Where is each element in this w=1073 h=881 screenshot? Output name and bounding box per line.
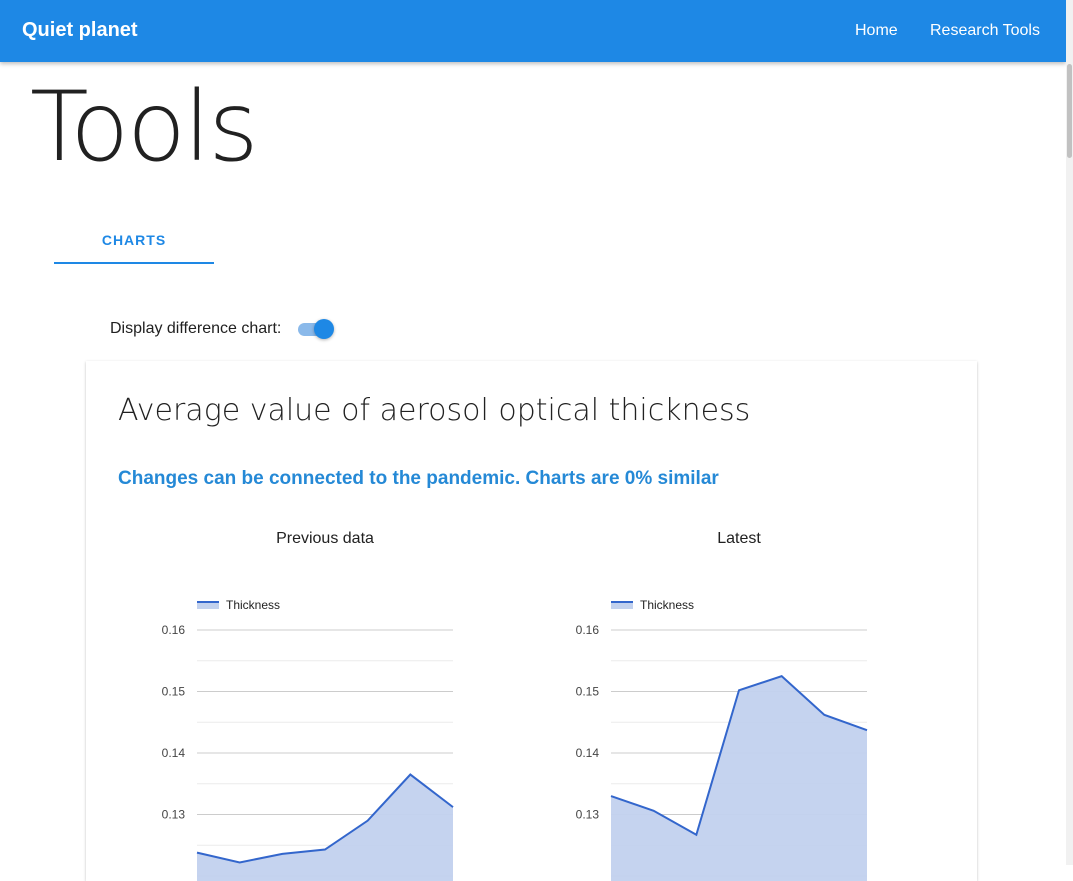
app-bar: Quiet planet Home Research Tools xyxy=(0,0,1066,62)
y-tick-label: 0.16 xyxy=(162,623,186,637)
scrollbar-thumb[interactable] xyxy=(1067,64,1072,158)
toggle-thumb xyxy=(314,319,334,339)
y-tick-label: 0.14 xyxy=(162,746,186,760)
tab-charts[interactable]: CHARTS xyxy=(54,216,214,264)
card-title: Average value of aerosol optical thickne… xyxy=(118,393,750,428)
page-title: Tools xyxy=(30,72,256,182)
brand-title[interactable]: Quiet planet xyxy=(22,19,138,42)
y-tick-label: 0.13 xyxy=(576,808,600,822)
tab-charts-label: CHARTS xyxy=(54,232,214,248)
y-tick-label: 0.14 xyxy=(576,746,600,760)
series-area xyxy=(197,775,453,881)
y-tick-label: 0.16 xyxy=(576,623,600,637)
nav-home-link[interactable]: Home xyxy=(855,22,898,40)
legend-label: Thickness xyxy=(226,598,280,612)
chart-title-previous: Previous data xyxy=(255,530,395,548)
difference-chart-label: Display difference chart: xyxy=(110,320,281,338)
chart-previous-data: Thickness 0.13 0.14 0.15 0.16 xyxy=(150,590,470,865)
page-scrollbar[interactable] xyxy=(1066,0,1073,865)
difference-chart-toggle[interactable] xyxy=(297,318,337,340)
y-tick-label: 0.15 xyxy=(576,685,600,699)
y-tick-label: 0.13 xyxy=(162,808,186,822)
chart-legend: Thickness xyxy=(611,598,694,612)
chart-title-latest: Latest xyxy=(669,530,809,548)
nav-research-tools-link[interactable]: Research Tools xyxy=(930,22,1040,40)
card-subtitle: Changes can be connected to the pandemic… xyxy=(118,468,719,490)
chart-latest: Thickness 0.13 0.14 0.15 0.16 xyxy=(564,590,884,865)
chart-legend: Thickness xyxy=(197,598,280,612)
series-area xyxy=(611,676,867,881)
legend-label: Thickness xyxy=(640,598,694,612)
y-tick-label: 0.15 xyxy=(162,685,186,699)
